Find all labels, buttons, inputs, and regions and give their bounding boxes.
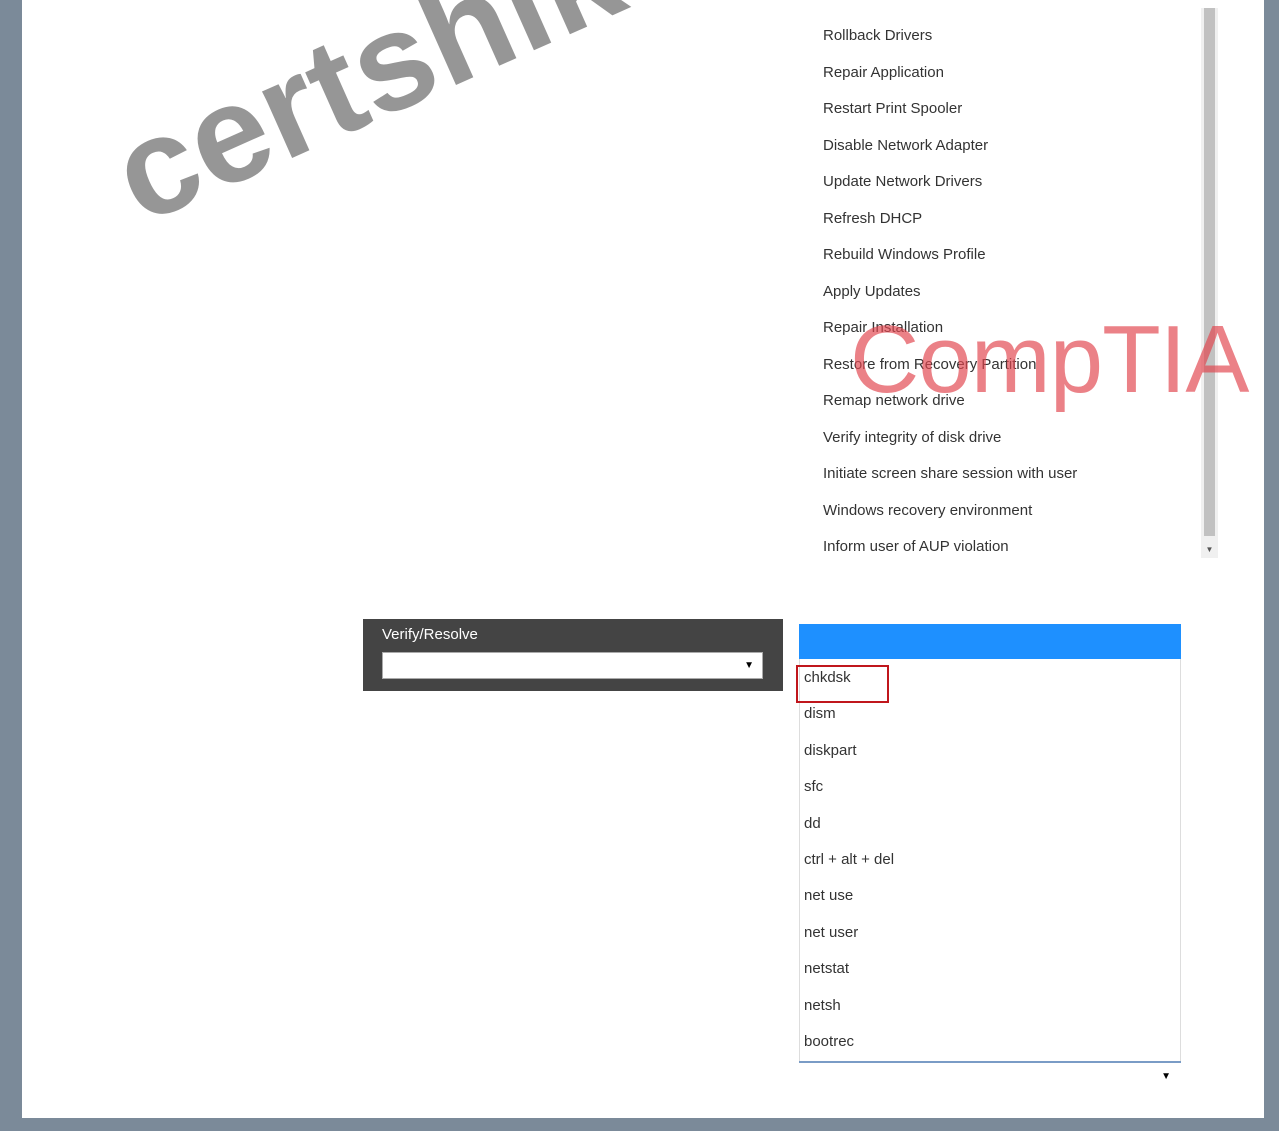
action-list-item[interactable]: Restart Print Spooler bbox=[818, 91, 1077, 128]
action-list-items: Rollback Drivers Repair Application Restar… bbox=[818, 18, 1077, 558]
dropdown-option[interactable]: sfc bbox=[800, 769, 1180, 805]
action-list-item[interactable]: Rollback Drivers bbox=[818, 18, 1077, 55]
dropdown-option[interactable]: ctrl + alt + del bbox=[800, 842, 1180, 878]
dropdown-option[interactable]: net use bbox=[800, 878, 1180, 914]
action-list-item[interactable]: Inform user of AUP violation bbox=[818, 529, 1077, 558]
action-list-item[interactable]: Initiate screen share session with user bbox=[818, 456, 1077, 493]
action-list-item[interactable]: Rebuild Windows Profile bbox=[818, 237, 1077, 274]
dropdown-option[interactable]: netsh bbox=[800, 988, 1180, 1024]
chkdsk-highlight-marker bbox=[796, 665, 889, 703]
dropdown-option[interactable]: dd bbox=[800, 806, 1180, 842]
action-list[interactable]: Rollback Drivers Repair Application Restar… bbox=[818, 0, 1220, 558]
dropdown-arrow-icon[interactable]: ▼ bbox=[744, 653, 754, 678]
verify-resolve-select[interactable]: ▼ bbox=[382, 652, 763, 679]
action-list-item[interactable]: Windows recovery environment bbox=[818, 493, 1077, 530]
action-list-item[interactable]: Verify integrity of disk drive bbox=[818, 420, 1077, 457]
dropdown-option[interactable]: bootrec bbox=[800, 1024, 1180, 1060]
dropdown-arrow-icon[interactable]: ▼ bbox=[1161, 1063, 1171, 1091]
verify-resolve-label: Verify/Resolve bbox=[382, 626, 478, 643]
action-list-item[interactable]: Disable Network Adapter bbox=[818, 128, 1077, 165]
dropdown-highlighted-option[interactable] bbox=[799, 624, 1181, 659]
action-list-item[interactable]: Update Network Drivers bbox=[818, 164, 1077, 201]
verify-resolve-panel: Verify/Resolve ▼ bbox=[363, 619, 783, 691]
dropdown-options: chkdsk dism diskpart sfc dd ctrl + alt + del n… bbox=[800, 660, 1180, 1060]
action-list-item[interactable]: Repair Application bbox=[818, 55, 1077, 92]
dropdown-option[interactable]: netstat bbox=[800, 951, 1180, 987]
dropdown-option[interactable]: diskpart bbox=[800, 733, 1180, 769]
action-list-item[interactable]: Refresh DHCP bbox=[818, 201, 1077, 238]
command-select[interactable]: ▼ bbox=[799, 1061, 1181, 1092]
comptia-watermark: CompTIA bbox=[850, 306, 1249, 413]
scrollbar-thumb[interactable] bbox=[1204, 8, 1215, 536]
scroll-down-arrow-icon[interactable]: ▼ bbox=[1201, 542, 1218, 558]
action-list-scrollbar[interactable]: ▼ bbox=[1201, 8, 1218, 558]
dropdown-option[interactable]: net user bbox=[800, 915, 1180, 951]
